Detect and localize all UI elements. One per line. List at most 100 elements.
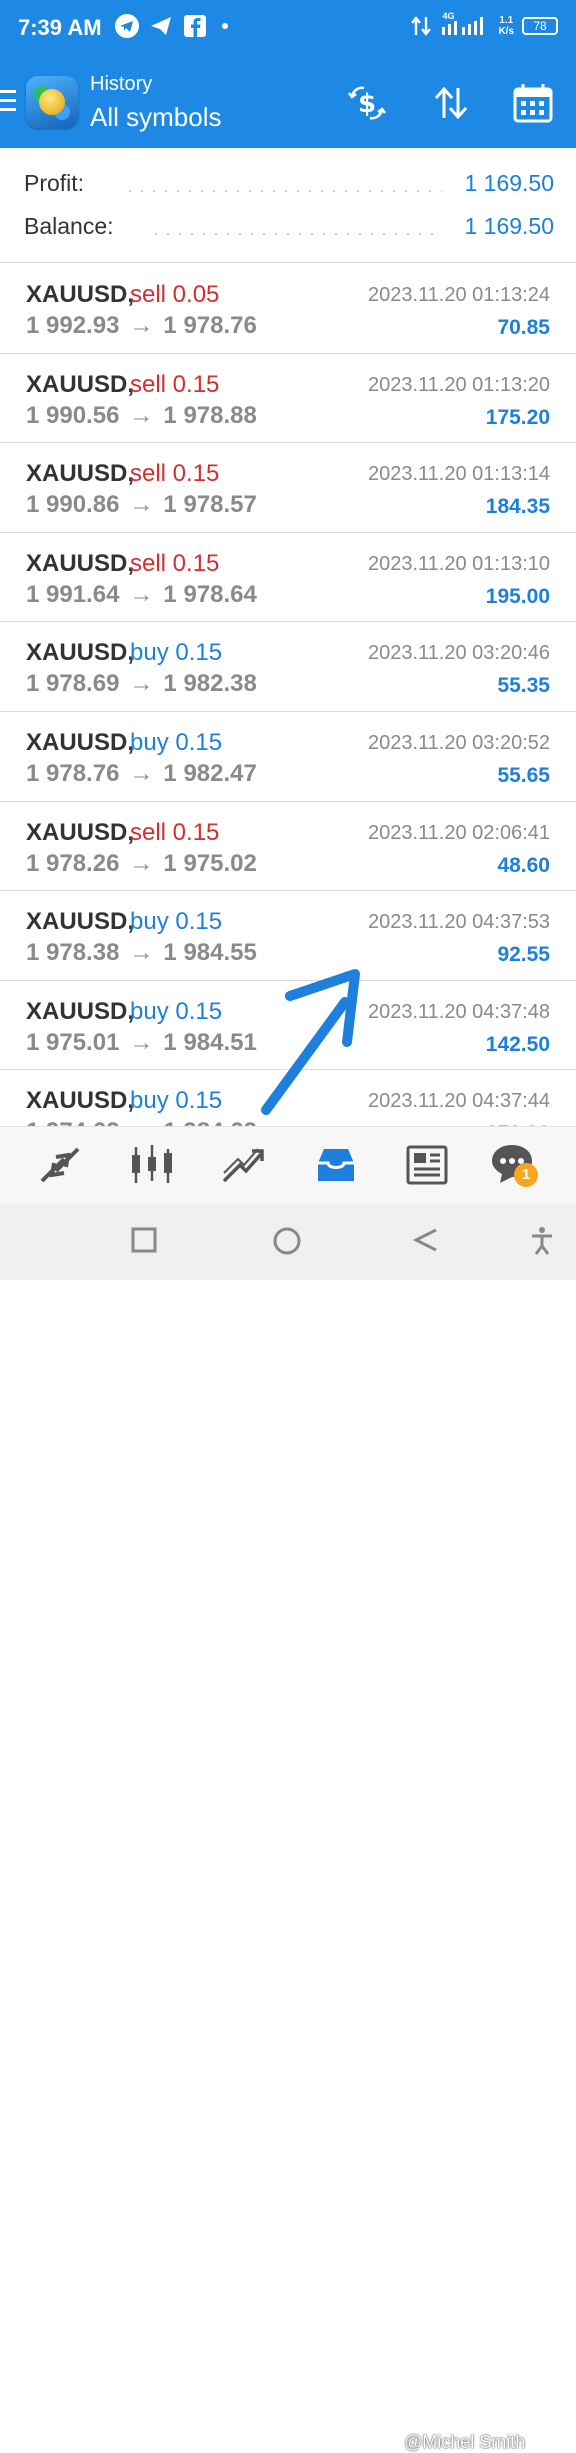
deal-profit: 55.65 — [497, 763, 550, 787]
deal-time: 2023.11.20 01:13:24 — [367, 284, 550, 306]
close-price: 1 984.51 — [163, 1028, 257, 1056]
deal-row[interactable]: XAUUSD, sell 0.15 1 978.26 → 1 975.02 2023.11… — [0, 802, 576, 892]
deal-prices: 1 978.76 → 1 982.47 — [26, 760, 257, 788]
deal-side: sell 0.15 — [130, 460, 220, 488]
close-price: 1 978.64 — [163, 580, 257, 608]
price-arrow: → — [129, 759, 154, 787]
balance-label: Balance: — [24, 213, 114, 239]
price-arrow: → — [129, 670, 154, 698]
dotted-leader — [150, 233, 442, 235]
deal-side: buy 0.15 — [130, 728, 223, 756]
profit-value: 1 169.50 — [464, 170, 554, 196]
deal-time: 2023.11.20 03:20:46 — [367, 642, 550, 665]
recents-icon[interactable] — [130, 1226, 158, 1254]
price-arrow: → — [129, 849, 154, 877]
calendar-icon[interactable] — [512, 82, 554, 124]
deal-symbol: XAUUSD, — [26, 1087, 135, 1115]
messages-badge: 1 — [514, 1163, 538, 1187]
deals-list[interactable]: XAUUSD, sell 0.05 1 992.93 → 1 978.76 2023.11… — [0, 264, 576, 1126]
deal-profit: 48.60 — [497, 853, 550, 877]
price-arrow: → — [129, 580, 154, 608]
deal-symbol: XAUUSD, — [26, 728, 135, 756]
home-icon[interactable] — [272, 1226, 302, 1256]
open-price: 1 974.62 — [26, 1118, 119, 1126]
deal-row[interactable]: XAUUSD, sell 0.05 1 992.93 → 1 978.76 2023.11… — [0, 264, 576, 354]
deal-prices: 1 978.26 → 1 975.02 — [26, 850, 257, 878]
bottom-nav: 1 — [0, 1126, 576, 1204]
battery-icon: 78 — [522, 17, 558, 35]
app-bar: History All symbols $ — [0, 58, 576, 148]
deal-symbol: XAUUSD, — [26, 370, 135, 398]
deal-row[interactable]: XAUUSD, buy 0.15 1 978.38 → 1 984.55 2023.11.… — [0, 891, 576, 981]
deal-symbol: XAUUSD, — [26, 281, 135, 308]
deal-profit: 55.35 — [497, 674, 550, 698]
battery-level: 78 — [533, 19, 547, 33]
deal-profit: 175.20 — [485, 405, 550, 429]
network-speed: 1.1 K/s — [498, 15, 514, 37]
deal-time: 2023.11.20 01:13:20 — [367, 373, 550, 396]
telegram-icon — [115, 14, 139, 38]
deal-row[interactable]: XAUUSD, sell 0.15 1 990.56 → 1 978.88 2023.11… — [0, 354, 576, 444]
price-arrow: → — [129, 401, 154, 429]
speed-unit: K/s — [498, 26, 514, 37]
deal-profit: 142.50 — [485, 1032, 550, 1056]
close-price: 1 984.62 — [163, 1118, 256, 1126]
deal-symbol: XAUUSD, — [26, 639, 135, 667]
messages-button[interactable]: 1 — [488, 1141, 540, 1189]
deal-side: buy 0.15 — [130, 639, 223, 667]
close-price: 1 978.76 — [163, 312, 257, 339]
deal-symbol: XAUUSD, — [26, 818, 135, 846]
deal-row[interactable]: XAUUSD, buy 0.15 1 978.76 → 1 982.47 2023.11.… — [0, 712, 576, 802]
deal-time: 2023.11.20 01:13:14 — [367, 463, 550, 486]
back-icon[interactable] — [412, 1226, 440, 1254]
open-price: 1 978.69 — [26, 670, 120, 698]
deal-time: 2023.11.20 04:37:53 — [367, 911, 550, 934]
deal-symbol: XAUUSD, — [26, 997, 135, 1025]
deal-row[interactable]: XAUUSD, sell 0.15 1 991.64 → 1 978.64 2023.11… — [0, 533, 576, 623]
open-price: 1 990.86 — [26, 491, 120, 519]
svg-text:$: $ — [358, 89, 376, 119]
price-arrow: → — [129, 312, 154, 339]
close-price: 1 975.02 — [163, 849, 257, 877]
deal-profit: 92.55 — [497, 943, 550, 967]
deal-side: buy 0.15 — [130, 997, 223, 1025]
net-type: 4G — [442, 11, 455, 21]
deal-row[interactable]: XAUUSD,buy 0.15 1 974.62 → 1 984.62 2023.11.… — [0, 1070, 576, 1126]
notification-icons — [114, 13, 228, 39]
deal-row[interactable]: XAUUSD, buy 0.15 1 975.01 → 1 984.51 2023.11.… — [0, 981, 576, 1071]
balance-value: 1 169.50 — [464, 213, 554, 239]
close-price: 1 982.47 — [163, 759, 257, 787]
trade-icon[interactable] — [218, 1141, 270, 1189]
deal-prices: 1 992.93 → 1 978.76 — [26, 312, 257, 340]
speed-value: 1.1 — [499, 15, 514, 26]
deal-row[interactable]: XAUUSD, sell 0.15 1 990.86 → 1 978.57 2023.11… — [0, 443, 576, 533]
profit-label: Profit: — [24, 170, 85, 196]
menu-icon[interactable] — [0, 90, 16, 112]
deal-symbol: XAUUSD, — [26, 908, 135, 936]
data-transfer-icon — [411, 16, 432, 36]
app-logo[interactable] — [26, 76, 78, 128]
close-price: 1 978.88 — [163, 401, 257, 429]
open-price: 1 978.26 — [26, 849, 120, 877]
open-price: 1 975.01 — [26, 1028, 120, 1056]
chart-icon[interactable] — [126, 1141, 178, 1189]
deal-side: sell 0.15 — [130, 549, 220, 577]
page-title[interactable]: All symbols — [90, 102, 221, 133]
deal-prices: 1 978.69 → 1 982.38 — [26, 670, 257, 698]
status-bar: 7:39 AM 4G 1.1 K/s 78 — [0, 0, 576, 58]
history-icon[interactable] — [310, 1141, 362, 1189]
price-arrow: → — [129, 1118, 153, 1126]
summary-panel: Profit: 1 169.50 Balance: 1 169.50 — [0, 148, 576, 263]
deal-row[interactable]: XAUUSD, buy 0.15 1 978.69 → 1 982.38 2023.11.… — [0, 622, 576, 712]
sort-icon[interactable] — [430, 82, 472, 124]
deposit-withdraw-icon[interactable]: $ — [346, 82, 388, 124]
news-icon[interactable] — [400, 1141, 452, 1189]
accessibility-icon[interactable] — [528, 1226, 556, 1256]
balance-row: Balance: 1 169.50 — [24, 213, 554, 243]
price-arrow: → — [129, 491, 154, 519]
page-subtitle: History — [90, 73, 153, 95]
price-arrow: → — [129, 939, 154, 967]
quotes-icon[interactable] — [34, 1141, 86, 1189]
dotted-leader — [124, 190, 442, 192]
deal-prices: 1 990.56 → 1 978.88 — [26, 402, 257, 430]
